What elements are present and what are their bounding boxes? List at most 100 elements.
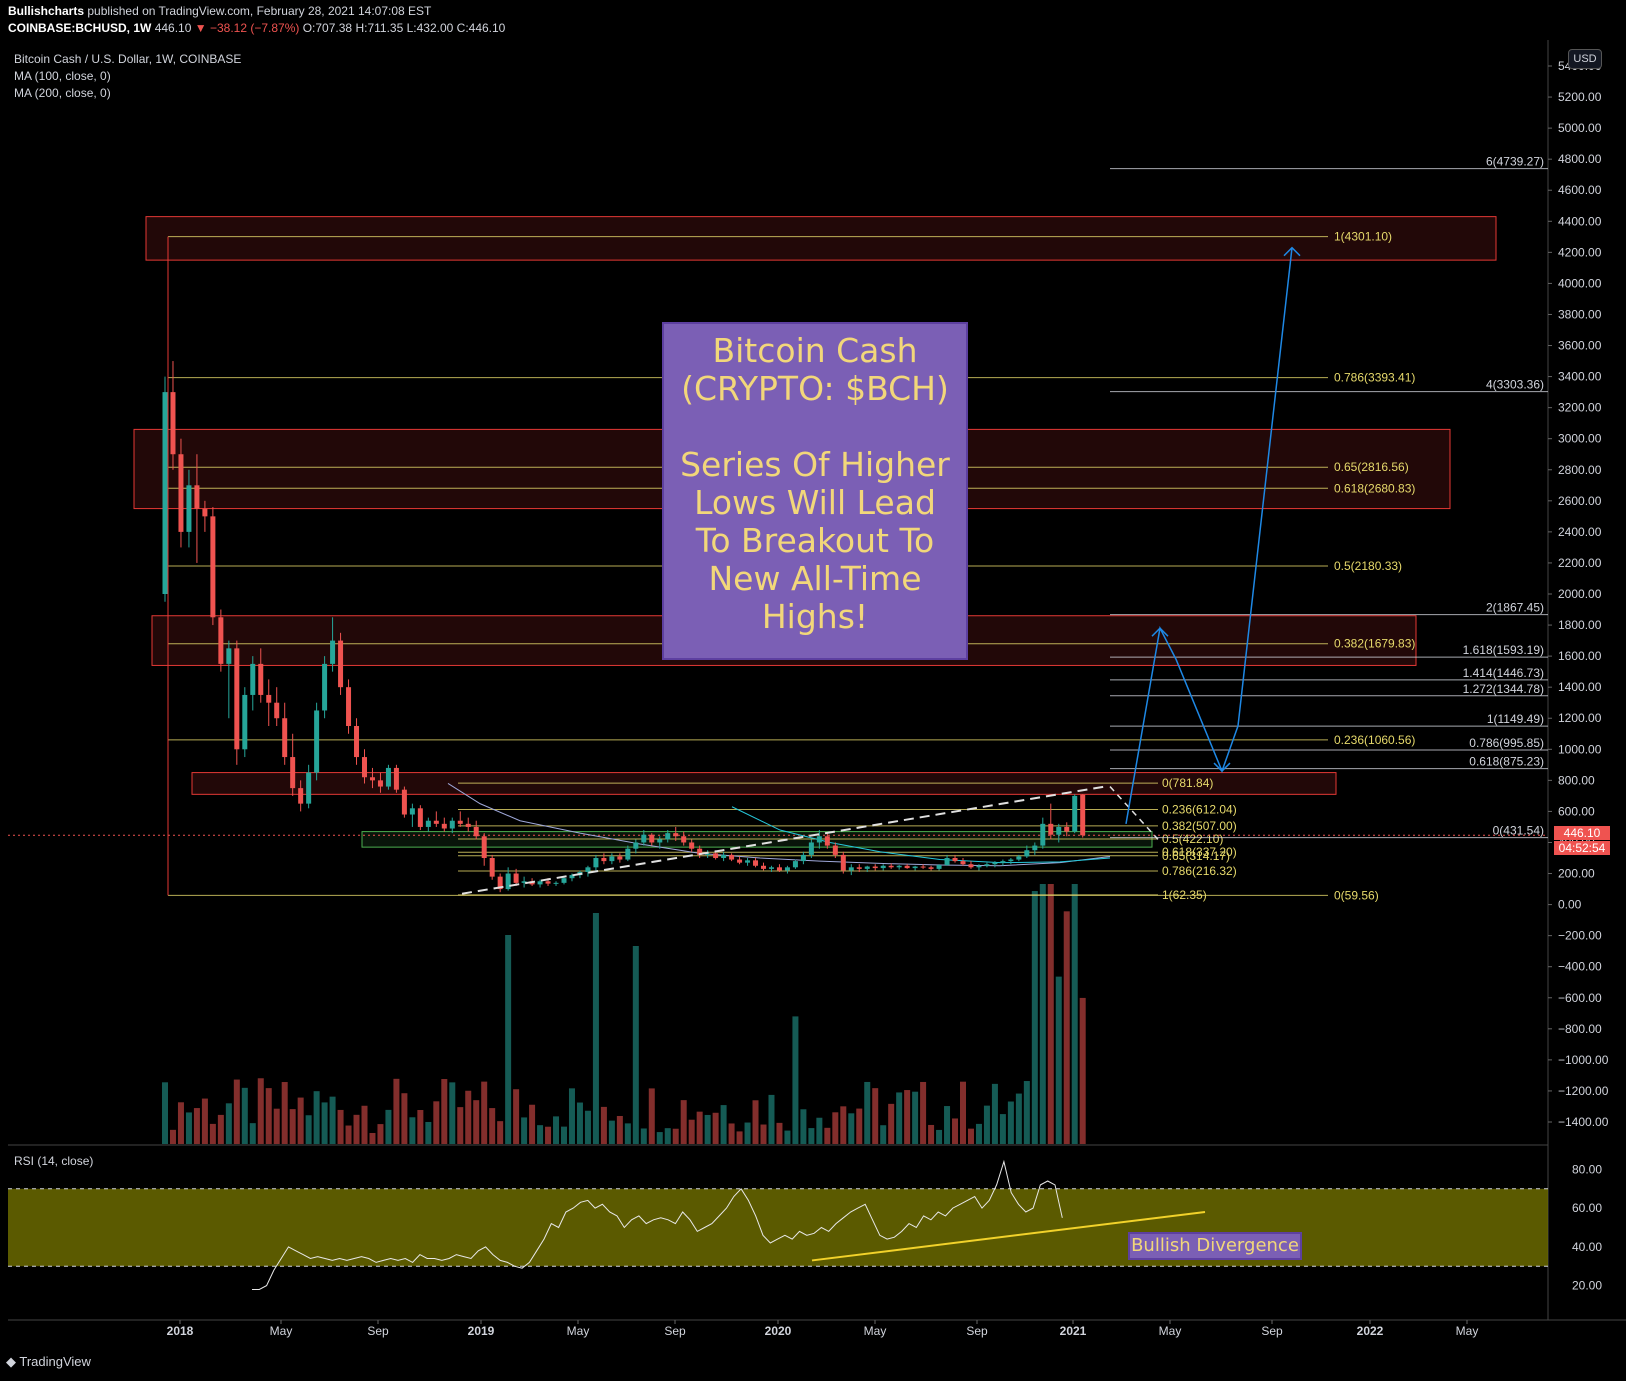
candle-body <box>266 694 272 703</box>
volume-bar <box>345 1125 352 1144</box>
candle-body <box>250 663 256 695</box>
rsi-tick-label: 60.00 <box>1572 1201 1602 1215</box>
legend-rsi[interactable]: RSI (14, close) <box>14 1154 93 1168</box>
volume-bar <box>1015 1093 1022 1144</box>
candle-body <box>992 862 998 865</box>
candle-body <box>768 867 774 869</box>
tradingview-logo[interactable]: ◆ TradingView <box>6 1354 91 1370</box>
current-price-tag: 446.10 <box>1554 826 1610 840</box>
fib-level-label: 0.5(2180.33) <box>1334 559 1402 573</box>
price-tick-label: 3800.00 <box>1558 307 1602 321</box>
volume-bar <box>1055 976 1062 1144</box>
annotation-line: Bitcoin Cash <box>712 331 918 370</box>
candle-body <box>178 454 184 532</box>
price-tick-label: −1200.00 <box>1558 1084 1609 1098</box>
volume-bar <box>632 946 639 1144</box>
volume-bar <box>465 1090 472 1144</box>
volume-bar <box>920 1081 927 1144</box>
volume-bar <box>449 1082 456 1144</box>
volume-bar <box>744 1122 751 1144</box>
time-tick-label: 2022 <box>1357 1324 1384 1338</box>
candle-body <box>960 861 966 865</box>
legend-ma100[interactable]: MA (100, close, 0) <box>14 69 111 83</box>
candle-body <box>441 823 447 829</box>
rsi-band <box>8 1188 1548 1267</box>
fib-minor-label: 0.786(216.32) <box>1162 864 1237 878</box>
candle-body <box>800 854 806 862</box>
volume-bar <box>952 1118 959 1144</box>
candle-body <box>968 864 974 868</box>
resistance-zone <box>145 216 1497 261</box>
fib-minor-label: 0(781.84) <box>1162 776 1213 790</box>
volume-bar <box>201 1098 208 1144</box>
candle-body <box>689 842 695 849</box>
annotation-line <box>664 408 966 446</box>
fib-extension-label: 0.786(995.85) <box>1469 736 1544 750</box>
candle-body <box>1000 861 1006 863</box>
price-tick-label: 3400.00 <box>1558 370 1602 384</box>
candle-body <box>928 867 934 869</box>
candle-body <box>808 842 814 855</box>
volume-bar <box>832 1112 839 1144</box>
time-tick-label: 2018 <box>167 1324 194 1338</box>
time-tick-label: May <box>270 1324 293 1338</box>
volume-bar <box>481 1081 488 1144</box>
volume-bar <box>936 1129 943 1144</box>
candle-body <box>601 858 607 862</box>
volume-bar <box>441 1079 448 1144</box>
volume-bar <box>880 1125 887 1144</box>
price-tick-label: 4600.00 <box>1558 183 1602 197</box>
projection-path <box>1125 247 1293 824</box>
volume-bar <box>944 1106 951 1144</box>
volume-bar <box>169 1129 176 1144</box>
candle-body <box>553 882 559 884</box>
rsi-tick-label: 20.00 <box>1572 1279 1602 1293</box>
candle-body <box>912 866 918 869</box>
volume-bar <box>417 1110 424 1144</box>
price-tick-label: 1800.00 <box>1558 618 1602 632</box>
candle-body <box>729 854 735 860</box>
candle-body <box>298 788 304 804</box>
volume-bar <box>928 1124 935 1144</box>
price-chart[interactable]: 5400.005200.005000.004800.004600.004400.… <box>0 0 1626 1381</box>
fib-extension-label: 4(3303.36) <box>1486 378 1544 392</box>
fib-extension-label: 1.272(1344.78) <box>1463 682 1544 696</box>
candle-body <box>322 663 328 711</box>
volume-bar <box>225 1103 232 1144</box>
volume-bar <box>361 1105 368 1144</box>
volume-bar <box>305 1115 312 1144</box>
price-tick-label: 1600.00 <box>1558 649 1602 663</box>
candle-body <box>657 839 663 843</box>
candle-body <box>848 867 854 871</box>
candle-body <box>242 694 248 750</box>
price-tick-label: 4400.00 <box>1558 214 1602 228</box>
candle-body <box>210 516 216 618</box>
volume-bar <box>848 1113 855 1144</box>
candle-body <box>625 848 631 860</box>
legend-ma200[interactable]: MA (200, close, 0) <box>14 86 111 100</box>
time-tick-label: May <box>1456 1324 1479 1338</box>
candle-body <box>1064 826 1070 832</box>
volume-bar <box>912 1091 919 1144</box>
price-tick-label: 4800.00 <box>1558 152 1602 166</box>
volume-bar <box>1023 1081 1030 1144</box>
volume-bar <box>289 1109 296 1144</box>
price-tick-label: 800.00 <box>1558 773 1595 787</box>
candle-body <box>888 865 894 868</box>
candle-body <box>896 865 902 868</box>
legend-title: Bitcoin Cash / U.S. Dollar, 1W, COINBASE <box>14 52 242 66</box>
candle-body <box>761 865 766 869</box>
volume-bar <box>545 1126 552 1144</box>
candle-body <box>1024 850 1030 857</box>
candle-body <box>673 833 679 837</box>
volume-bar <box>816 1117 823 1144</box>
candle-body <box>282 718 288 758</box>
volume-bar <box>433 1101 440 1144</box>
candle-body <box>649 834 655 843</box>
candle-body <box>1056 826 1062 835</box>
volume-bar <box>752 1100 759 1144</box>
candle-body <box>417 808 423 827</box>
currency-button[interactable]: USD <box>1568 49 1602 69</box>
volume-bar <box>656 1132 663 1144</box>
price-tick-label: 200.00 <box>1558 867 1595 881</box>
